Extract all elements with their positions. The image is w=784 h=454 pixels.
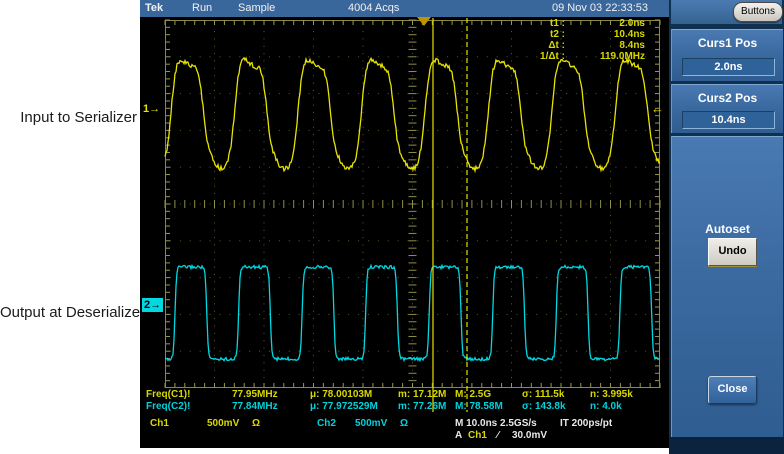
sidebar-bottom-strip bbox=[669, 437, 784, 454]
trigger-prefix: A bbox=[455, 430, 462, 442]
ch2-coupling: Ω bbox=[400, 418, 408, 430]
scope-titlebar: Tek Run Sample 4004 Acqs 09 Nov 03 22:33… bbox=[140, 0, 669, 17]
page: Input to Serializer Output at Deserializ… bbox=[0, 0, 784, 454]
graticule bbox=[165, 20, 660, 388]
buttons-button[interactable]: Buttons bbox=[733, 2, 783, 22]
label-input-to-serializer: Input to Serializer bbox=[0, 109, 137, 126]
ch1-position-marker[interactable]: 1→ bbox=[143, 103, 160, 115]
meas1-max: M: 2.5G bbox=[455, 389, 491, 401]
meas1-min: m: 17.12M bbox=[398, 389, 446, 401]
run-state: Run bbox=[192, 2, 212, 14]
ch2-scale: 500mV bbox=[355, 418, 387, 430]
control-sidebar: Buttons Curs1 Pos 2.0ns Curs2 Pos 10.4ns… bbox=[669, 0, 784, 454]
curs1-value-field[interactable]: 2.0ns bbox=[682, 58, 775, 76]
trigger-level: 30.0mV bbox=[512, 430, 547, 442]
ch2-label: Ch2 bbox=[317, 418, 336, 430]
meas2-max: M: 78.58M bbox=[455, 401, 503, 413]
close-button[interactable]: Close bbox=[708, 376, 757, 404]
meas1-value: 77.95MHz bbox=[232, 389, 278, 401]
label-output-at-deserializer: Output at Deserializer bbox=[0, 304, 137, 321]
curs2-panel: Curs2 Pos 10.4ns bbox=[671, 84, 783, 133]
readout-inv-dt: 1/Δt :119.0MHz bbox=[449, 49, 649, 60]
meas2-mean: μ: 77.972529M bbox=[310, 401, 378, 413]
ch1-label: Ch1 bbox=[150, 418, 169, 430]
datetime: 09 Nov 03 22:33:53 bbox=[552, 2, 648, 14]
trigger-source: Ch1 bbox=[468, 430, 487, 442]
cursor-readout: t1 :2.0ns t2 :10.4ns Δt :8.4ns 1/Δt :119… bbox=[449, 16, 649, 60]
curs1-title: Curs1 Pos bbox=[672, 36, 783, 50]
curs2-title: Curs2 Pos bbox=[672, 91, 783, 105]
trigger-level-arrow-icon[interactable]: ← bbox=[651, 101, 664, 116]
oscilloscope-screen: Tek Run Sample 4004 Acqs 09 Nov 03 22:33… bbox=[140, 0, 669, 448]
trigger-position-marker-icon[interactable] bbox=[417, 17, 431, 26]
timebase: M 10.0ns 2.5GS/s bbox=[455, 418, 537, 430]
meas1-mean: μ: 78.00103M bbox=[310, 389, 372, 401]
meas1-sigma: σ: 111.5k bbox=[522, 389, 564, 401]
readout-t2: t2 :10.4ns bbox=[449, 27, 649, 38]
ch1-coupling: Ω bbox=[252, 418, 260, 430]
autoset-title: Autoset bbox=[672, 222, 783, 236]
meas2-min: m: 77.26M bbox=[398, 401, 446, 413]
meas1-name: Freq(C1)! bbox=[146, 389, 190, 401]
ch1-trace bbox=[165, 58, 660, 171]
autoset-panel: Autoset Undo Close bbox=[671, 136, 783, 438]
readout-t1: t1 :2.0ns bbox=[449, 16, 649, 27]
meas2-sigma: σ: 143.8k bbox=[522, 401, 566, 413]
sampling-rate: IT 200ps/pt bbox=[560, 418, 612, 430]
meas2-name: Freq(C2)! bbox=[146, 401, 190, 413]
acquisition-count: 4004 Acqs bbox=[348, 2, 399, 14]
tek-logo: Tek bbox=[145, 2, 163, 14]
undo-button[interactable]: Undo bbox=[708, 238, 757, 266]
curs1-panel: Curs1 Pos 2.0ns bbox=[671, 29, 783, 81]
trigger-slope-icon: ∕ bbox=[497, 430, 499, 442]
meas1-count: n: 3.995k bbox=[590, 389, 633, 401]
ch1-scale: 500mV bbox=[207, 418, 239, 430]
ch2-trace bbox=[165, 265, 660, 360]
curs2-value-field[interactable]: 10.4ns bbox=[682, 111, 775, 129]
meas2-value: 77.84MHz bbox=[232, 401, 278, 413]
acquisition-mode: Sample bbox=[238, 2, 275, 14]
meas2-count: n: 4.0k bbox=[590, 401, 622, 413]
ch2-position-marker[interactable]: 2→ bbox=[142, 298, 163, 312]
readout-dt: Δt :8.4ns bbox=[449, 38, 649, 49]
